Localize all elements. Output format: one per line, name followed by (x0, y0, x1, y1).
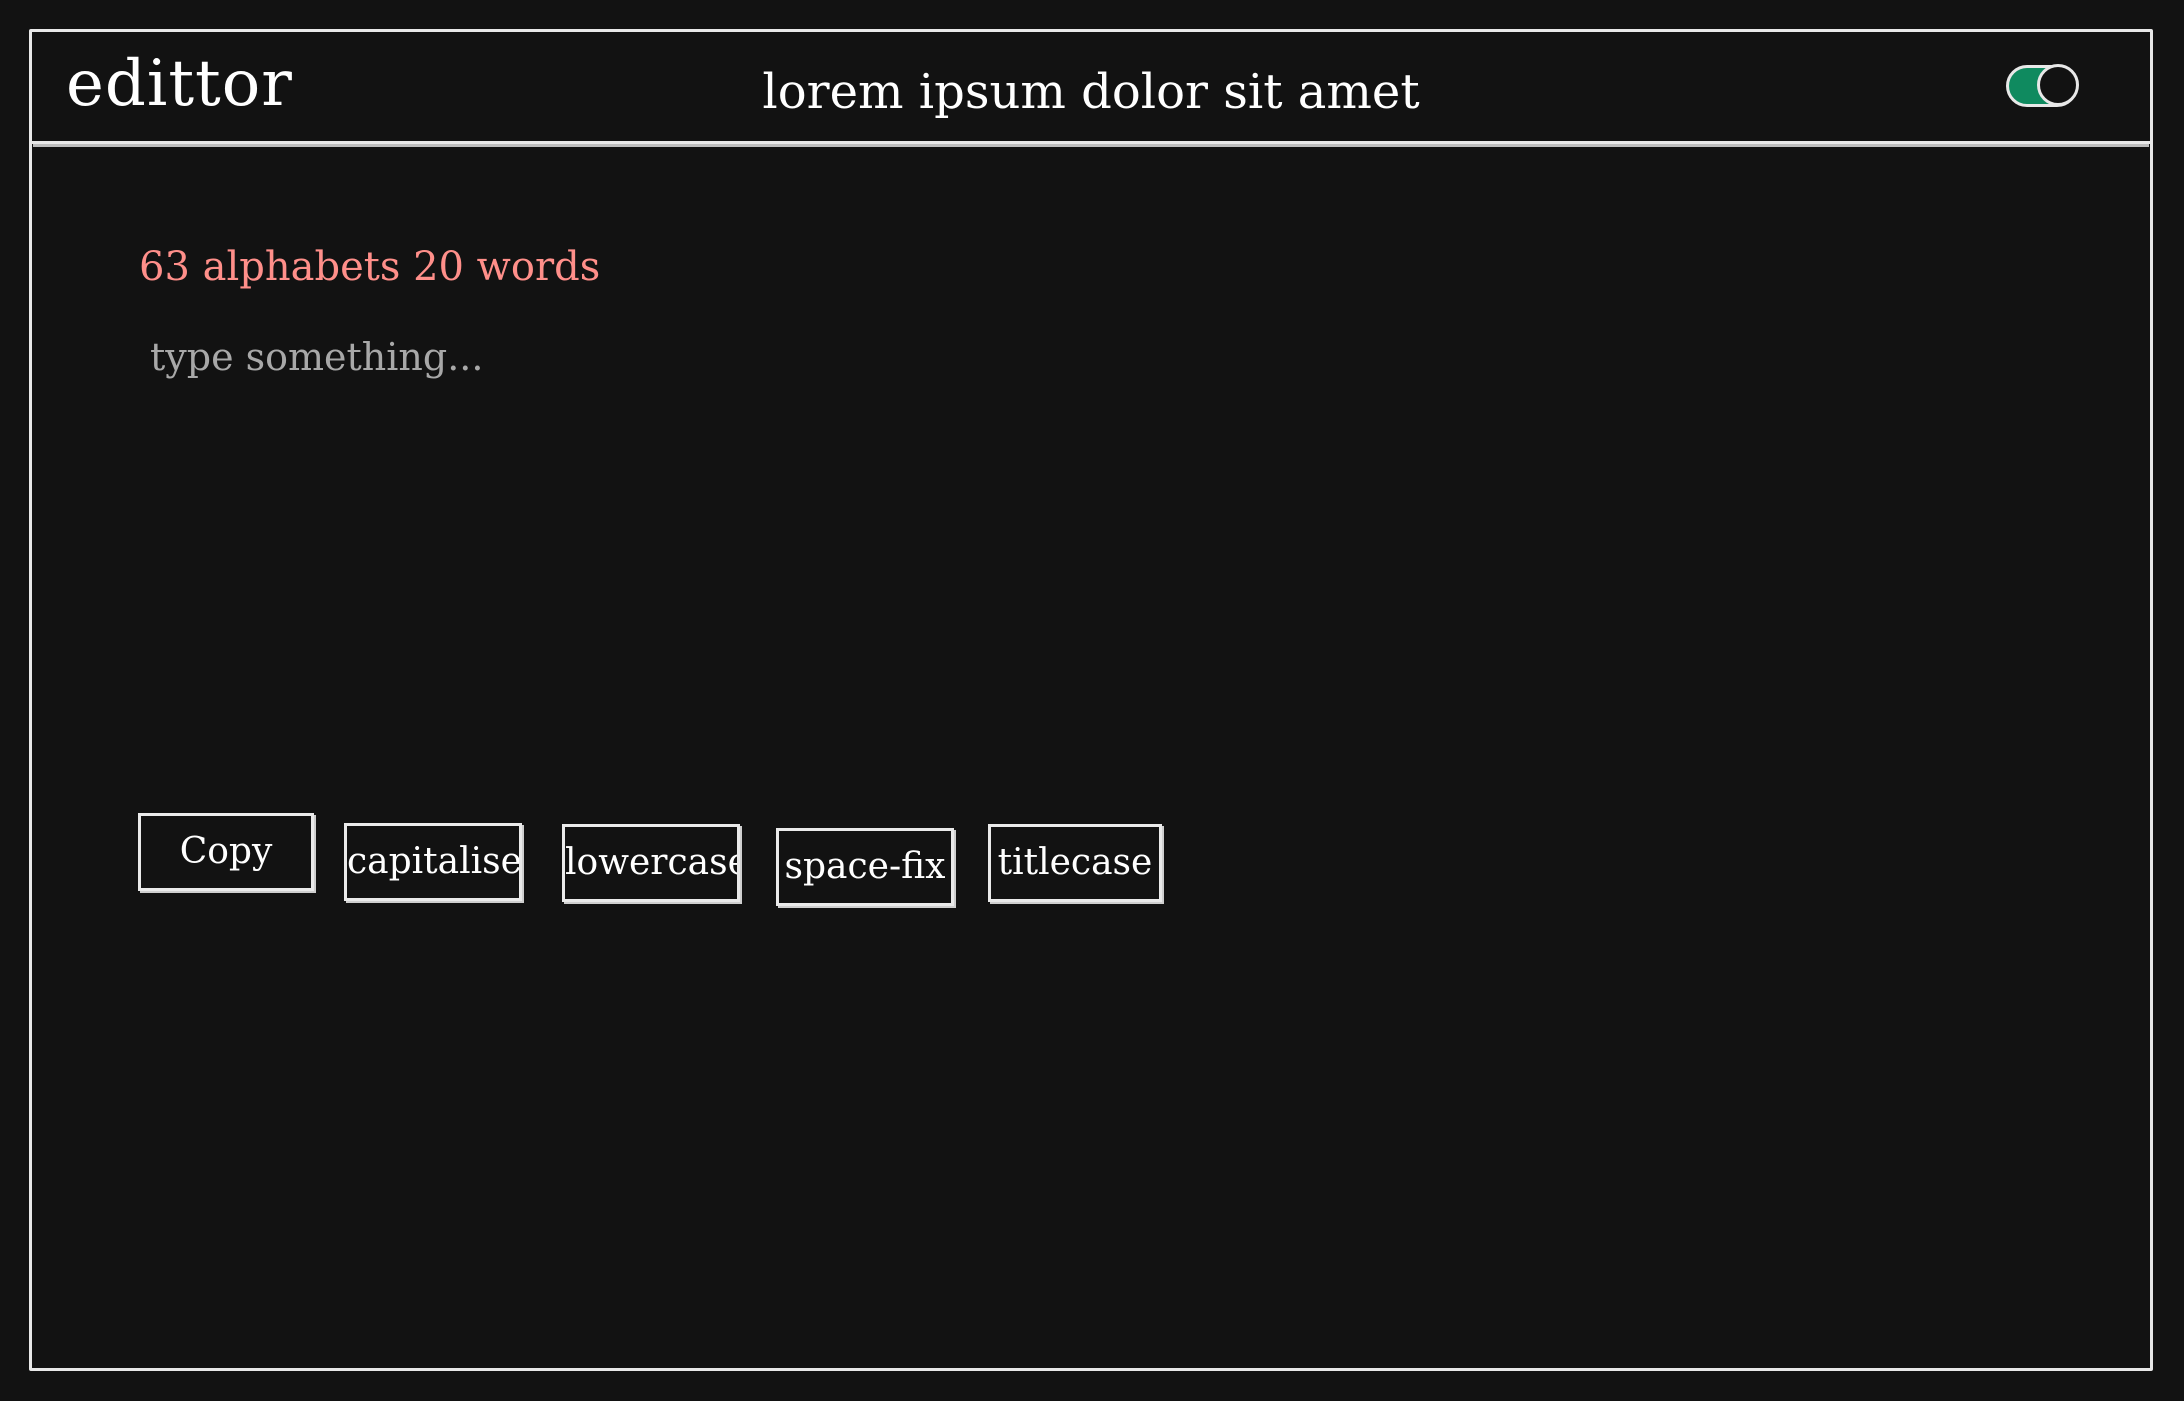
copy-button[interactable]: Copy (138, 813, 314, 891)
header-title: lorem ipsum dolor sit amet (762, 64, 1420, 120)
space-fix-button[interactable]: space-fix (776, 828, 954, 906)
toggle-knob-icon (2037, 64, 2079, 106)
lowercase-button[interactable]: lowercase (562, 824, 740, 902)
theme-toggle[interactable] (2006, 64, 2079, 107)
titlecase-button[interactable]: titlecase (988, 824, 1162, 902)
app-header: edittor lorem ipsum dolor sit amet (32, 32, 2150, 144)
text-editor-input[interactable] (140, 333, 2060, 753)
character-word-counter: 63 alphabets 20 words (139, 244, 601, 290)
capitalise-button[interactable]: capitalise (344, 823, 522, 901)
